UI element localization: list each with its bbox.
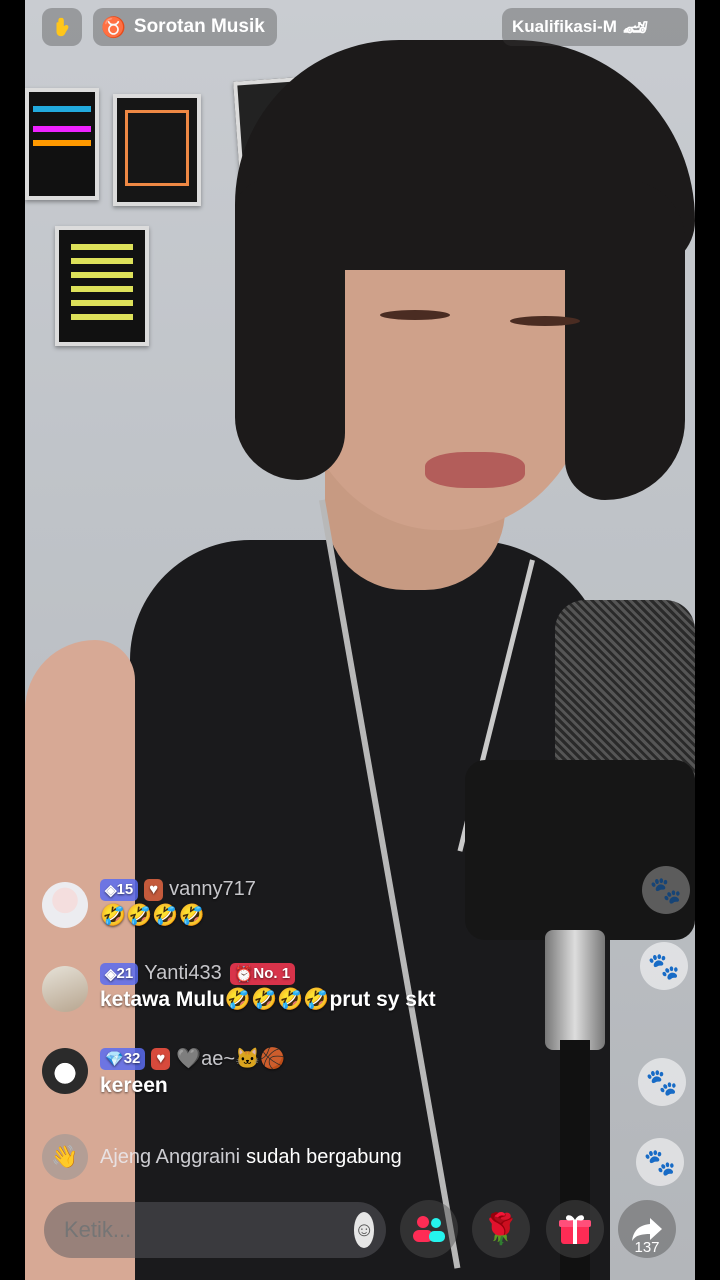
join-name[interactable]: Ajeng Anggraini <box>100 1146 240 1169</box>
guests-button[interactable] <box>400 1200 458 1258</box>
wall-poster <box>25 88 99 200</box>
hand-button[interactable] <box>42 8 82 46</box>
person-hair <box>235 180 345 480</box>
rose-icon: 🌹 <box>482 1212 520 1246</box>
paw-reaction-button[interactable]: 🐾 <box>638 1058 686 1106</box>
race-car-icon: 🏎 <box>622 16 649 39</box>
chat-message: ◈ 21 Yanti433 ⏰ No. 1 ketawa Mulu🤣🤣🤣🤣pru… <box>100 962 436 1012</box>
chat-text: kereen <box>100 1074 168 1097</box>
paw-icon: 🐾 <box>647 950 681 981</box>
person-eye <box>510 316 580 326</box>
level-number: 15 <box>116 881 134 898</box>
fan-badge: ♥ <box>151 1047 171 1070</box>
chat-avatar[interactable] <box>42 966 88 1012</box>
paw-icon: 🐾 <box>645 1066 679 1097</box>
comment-input[interactable]: ☺ <box>44 1202 386 1258</box>
hand-icon <box>56 17 69 37</box>
person-arm <box>25 640 135 1280</box>
wall-poster <box>55 226 149 346</box>
chat-username[interactable]: 🩶ae~🐱🏀 <box>176 1046 285 1071</box>
chat-message: ◈ 15 ♥ vanny717 🤣🤣🤣🤣 <box>100 878 256 928</box>
level-number: 32 <box>123 1050 141 1067</box>
people-icon <box>413 1216 445 1242</box>
paw-reaction-button[interactable]: 🐾 <box>636 1138 684 1186</box>
chat-avatar[interactable] <box>42 882 88 928</box>
level-badge: ◈ 21 <box>100 962 139 985</box>
music-spotlight-label: Sorotan Musik <box>133 16 265 37</box>
chat-avatar[interactable] <box>42 1048 88 1094</box>
paw-reaction-button[interactable]: 🐾 <box>640 942 688 990</box>
rose-gift-button[interactable]: 🌹 <box>472 1200 530 1258</box>
share-button[interactable]: 137 <box>618 1200 676 1258</box>
chat-message: 💎 32 ♥ 🩶ae~🐱🏀 kereen <box>100 1046 285 1098</box>
qualification-button[interactable]: Kualifikasi-M 🏎 <box>502 8 688 46</box>
music-spotlight-button[interactable]: ♉ Sorotan Musik <box>93 8 277 46</box>
paw-reaction-button[interactable]: 🐾 <box>642 866 690 914</box>
gift-icon <box>559 1215 591 1244</box>
rank-badge: ⏰ No. 1 <box>229 962 296 985</box>
join-notice: 👋 Ajeng Anggraini sudah bergabung <box>42 1134 402 1180</box>
chat-username[interactable]: Yanti433 <box>144 962 221 985</box>
live-stream-screen: ♉ Sorotan Musik Kualifikasi-M 🏎 ◈ 15 ♥ v… <box>0 0 720 1280</box>
level-badge: ◈ 15 <box>100 878 139 901</box>
music-spotlight-icon: ♉ <box>101 16 126 39</box>
qualification-label: Kualifikasi-M <box>512 17 617 36</box>
chat-text: ketawa Mulu🤣🤣🤣🤣prut sy skt <box>100 988 436 1011</box>
person-mouth <box>425 452 525 488</box>
join-text: sudah bergabung <box>246 1145 402 1168</box>
person-hair <box>565 180 685 500</box>
chat-text: 🤣🤣🤣🤣 <box>100 904 205 927</box>
fan-badge: ♥ <box>144 878 164 901</box>
wave-icon: 👋 <box>42 1134 88 1180</box>
comment-field[interactable] <box>62 1216 354 1244</box>
microphone-stand <box>545 930 605 1050</box>
rank-label: No. 1 <box>253 965 291 982</box>
level-number: 21 <box>116 965 134 982</box>
level-badge: 💎 32 <box>100 1047 146 1070</box>
paw-icon: 🐾 <box>643 1146 677 1177</box>
chat-username[interactable]: vanny717 <box>169 878 256 901</box>
paw-icon: 🐾 <box>649 874 683 905</box>
emoji-icon[interactable]: ☺ <box>354 1212 375 1248</box>
wall-poster <box>113 94 201 206</box>
person-eye <box>380 310 450 320</box>
share-count: 137 <box>634 1239 660 1256</box>
gift-button[interactable] <box>546 1200 604 1258</box>
